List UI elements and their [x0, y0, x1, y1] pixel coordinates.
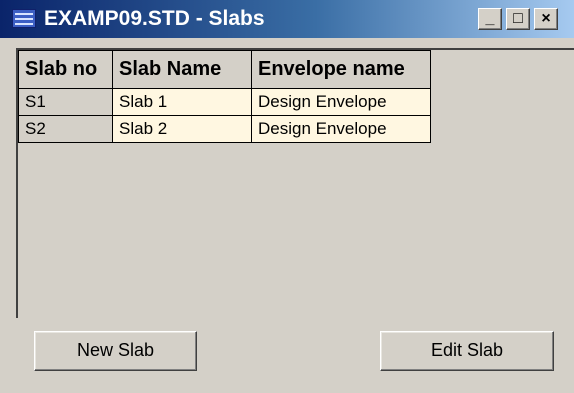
- new-slab-button[interactable]: New Slab: [34, 331, 197, 371]
- window-title: EXAMP09.STD - Slabs: [44, 7, 265, 30]
- row-slab-no[interactable]: S1: [18, 88, 113, 116]
- table-row[interactable]: S1 Slab 1 Design Envelope: [18, 88, 431, 116]
- slab-grid: Slab no Slab Name Envelope name S1 Slab …: [18, 50, 431, 143]
- table-row[interactable]: S2 Slab 2 Design Envelope: [18, 115, 431, 143]
- table-window-icon: [12, 9, 36, 28]
- column-header-slab-no[interactable]: Slab no: [18, 50, 113, 89]
- grid-header-row: Slab no Slab Name Envelope name: [18, 50, 431, 89]
- cell-slab-name[interactable]: Slab 2: [112, 115, 252, 143]
- cell-slab-name[interactable]: Slab 1: [112, 88, 252, 116]
- cell-envelope-name[interactable]: Design Envelope: [251, 88, 431, 116]
- column-header-envelope-name[interactable]: Envelope name: [251, 50, 431, 89]
- close-button[interactable]: ×: [534, 8, 558, 30]
- minimize-button[interactable]: _: [478, 8, 502, 30]
- cell-envelope-name[interactable]: Design Envelope: [251, 115, 431, 143]
- column-header-slab-name[interactable]: Slab Name: [112, 50, 252, 89]
- title-bar[interactable]: EXAMP09.STD - Slabs _ □ ×: [0, 0, 574, 38]
- maximize-button[interactable]: □: [506, 8, 530, 30]
- edit-slab-button[interactable]: Edit Slab: [380, 331, 554, 371]
- row-slab-no[interactable]: S2: [18, 115, 113, 143]
